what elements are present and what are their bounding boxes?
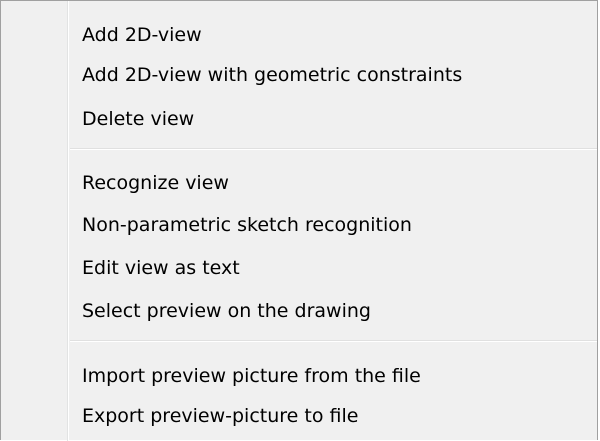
menu-item-export-preview-picture[interactable]: Export preview-picture to file <box>1 398 597 434</box>
context-menu: Add 2D-view Add 2D-view with geometric c… <box>0 0 598 441</box>
menu-separator <box>70 340 597 342</box>
menu-item-add-2d-view-with-constraints[interactable]: Add 2D-view with geometric constraints <box>1 57 597 93</box>
menu-item-add-2d-view[interactable]: Add 2D-view <box>1 17 597 53</box>
menu-item-select-preview-on-drawing[interactable]: Select preview on the drawing <box>1 293 597 329</box>
menu-item-recognize-view[interactable]: Recognize view <box>1 165 597 201</box>
menu-item-edit-view-as-text[interactable]: Edit view as text <box>1 250 597 286</box>
menu-item-import-preview-picture[interactable]: Import preview picture from the file <box>1 358 597 394</box>
menu-item-non-parametric-sketch-recognition[interactable]: Non-parametric sketch recognition <box>1 207 597 243</box>
menu-item-delete-view[interactable]: Delete view <box>1 101 597 137</box>
menu-separator <box>70 148 597 150</box>
